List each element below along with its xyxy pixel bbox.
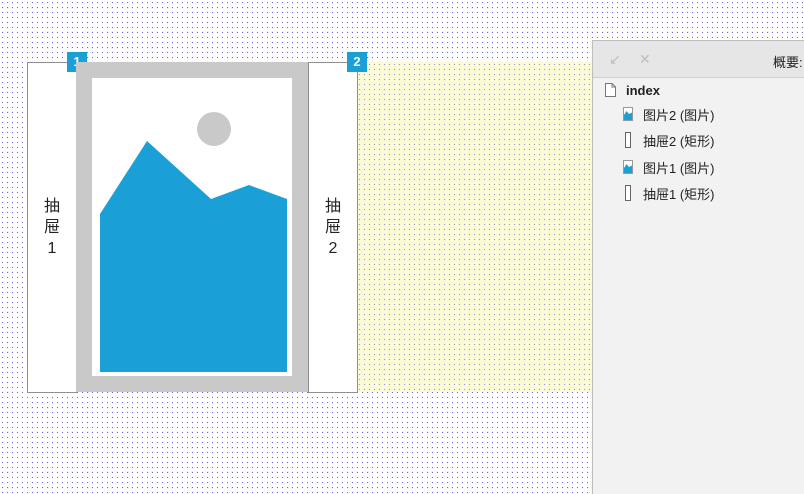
mountain-shape (100, 141, 287, 372)
drawer-2-rect[interactable]: 抽 屉 2 (308, 62, 358, 393)
tree-item-label: 图片1 (图片) (643, 160, 715, 176)
tree-item-image-1[interactable]: 图片1 (图片) (623, 158, 715, 176)
tree-item-image-2[interactable]: 图片2 (图片) (623, 105, 715, 123)
outline-panel-title: 概要: (773, 55, 803, 70)
page-icon (605, 83, 616, 97)
image-icon (623, 107, 633, 121)
tree-item-label: 图片2 (图片) (643, 107, 715, 123)
outline-panel-header: ↙ ✕ 概要: (593, 41, 804, 78)
image-placeholder[interactable] (76, 62, 308, 392)
drawer-1-rect[interactable]: 抽 屉 1 (27, 62, 77, 393)
tree-root-label: index (626, 82, 660, 98)
drawer-2-label: 抽 屉 2 (324, 198, 341, 257)
image-placeholder-icon (100, 112, 287, 372)
outline-panel: ↙ ✕ 概要: index 图片2 (图片) 抽屉2 (矩形) 图片1 (图片)… (592, 40, 804, 494)
rectangle-icon (625, 132, 631, 148)
rectangle-icon (625, 185, 631, 201)
close-icon[interactable]: ✕ (639, 51, 651, 68)
collapse-icon[interactable]: ↙ (609, 51, 621, 68)
drawer-2-badge: 2 (347, 52, 367, 72)
sun-shape (197, 112, 231, 146)
image-placeholder-canvas (92, 78, 292, 376)
tree-root-index[interactable]: index (605, 81, 660, 99)
drawer-region-highlight (357, 62, 597, 392)
tree-item-label: 抽屉2 (矩形) (643, 133, 715, 149)
tree-item-drawer-1[interactable]: 抽屉1 (矩形) (623, 184, 715, 202)
image-icon (623, 160, 633, 174)
tree-item-drawer-2[interactable]: 抽屉2 (矩形) (623, 131, 715, 149)
drawer-1-label: 抽 屉 1 (43, 198, 60, 257)
tree-item-label: 抽屉1 (矩形) (643, 186, 715, 202)
